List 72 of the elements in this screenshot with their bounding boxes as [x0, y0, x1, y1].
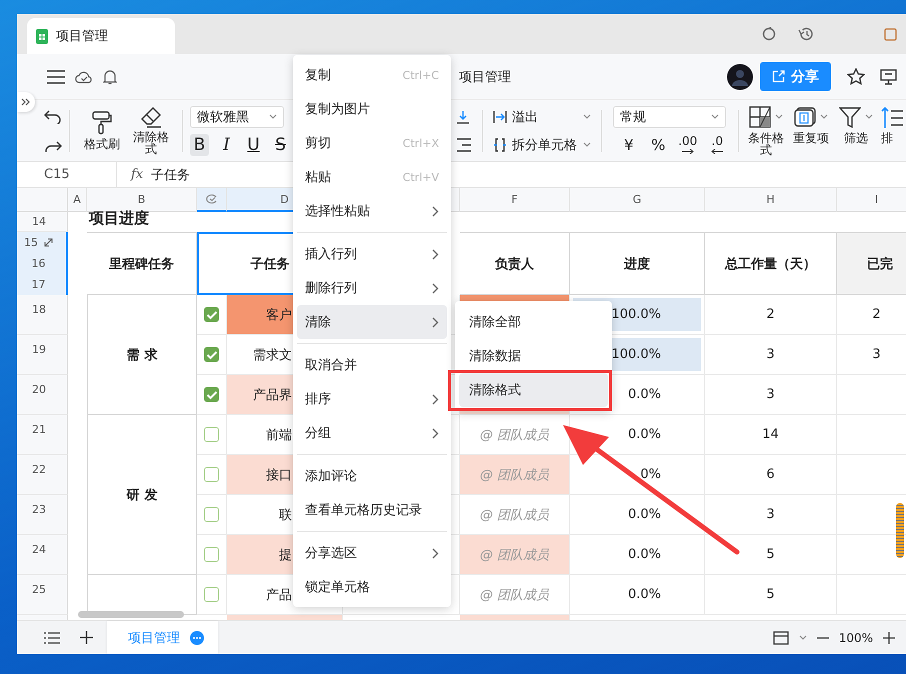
- table-cell-text: 0.0%: [626, 546, 662, 564]
- column-header[interactable]: A: [68, 188, 87, 212]
- shortcut-label: Ctrl+V: [402, 170, 439, 184]
- table-cell: 5: [705, 535, 837, 575]
- table-cell: @ 团队成员: [460, 455, 570, 495]
- row-header[interactable]: 23: [17, 495, 68, 535]
- column-header[interactable]: I: [837, 188, 906, 212]
- menu-item[interactable]: 清除格式: [459, 373, 608, 407]
- column-header[interactable]: F: [460, 188, 570, 212]
- format-button[interactable]: ¥: [619, 134, 638, 156]
- menu-item[interactable]: 清除: [297, 305, 447, 339]
- menu-item[interactable]: 复制 Ctrl+C: [297, 58, 447, 92]
- row-header[interactable]: 21: [17, 415, 68, 455]
- row-header[interactable]: 14: [17, 212, 68, 232]
- number-format-dropdown[interactable]: 常规: [613, 106, 726, 128]
- row-header[interactable]: 25: [17, 575, 68, 615]
- font-dropdown[interactable]: 微软雅黑: [190, 106, 284, 128]
- function-label: fx: [131, 167, 144, 182]
- format-button[interactable]: %: [648, 134, 668, 156]
- menu-item[interactable]: 复制为图片: [297, 92, 447, 126]
- row-header[interactable]: 19: [17, 335, 68, 375]
- sheet-title: 项目进度: [88, 212, 150, 229]
- table-header-cell: 里程碑任务: [87, 232, 197, 295]
- underline-button[interactable]: U: [244, 134, 263, 156]
- table-cell: 3: [705, 335, 837, 375]
- bold-button[interactable]: B: [190, 134, 209, 156]
- table-header-cell: 已完: [837, 232, 906, 295]
- row-header[interactable]: 18: [17, 295, 68, 335]
- column-header[interactable]: G: [570, 188, 705, 212]
- clear-format-button[interactable]: 清除格式: [132, 106, 170, 155]
- table-cell: 3: [705, 495, 837, 535]
- table-cell: 3: [705, 375, 837, 415]
- zoom-level: 100%: [838, 630, 873, 644]
- row-header[interactable]: 16: [17, 253, 68, 274]
- table-cell: 5: [705, 575, 837, 615]
- table-cell: 6: [705, 455, 837, 495]
- duplicate-button[interactable]: 重复项: [791, 106, 831, 156]
- table-cell: @ 团队成员: [460, 535, 570, 575]
- filter-button[interactable]: 筛选: [836, 106, 876, 156]
- increase-decimal-button[interactable]: .00: [678, 134, 698, 156]
- table-cell: 3: [837, 335, 906, 375]
- row-header[interactable]: 17: [17, 274, 68, 295]
- table-cell: 需 求: [87, 295, 197, 415]
- row-header[interactable]: 22: [17, 455, 68, 495]
- row-header[interactable]: 20: [17, 375, 68, 415]
- table-cell: 2: [705, 295, 837, 335]
- formula-field[interactable]: 子任务: [151, 166, 190, 184]
- row-header[interactable]: 24: [17, 535, 68, 575]
- italic-button[interactable]: I: [217, 134, 236, 156]
- table-header-cell: 进度: [570, 232, 705, 295]
- format-painter-button[interactable]: 格式刷: [82, 111, 122, 150]
- overflow-dropdown[interactable]: 溢出: [493, 108, 591, 126]
- document-tab[interactable]: 项目管理: [27, 18, 175, 54]
- row-header[interactable]: 15: [17, 232, 68, 253]
- sort-button[interactable]: 排: [881, 106, 903, 156]
- table-cell: 2: [837, 295, 906, 335]
- shortcut-label: Ctrl+C: [402, 68, 439, 82]
- table-cell: 14: [705, 415, 837, 455]
- strike-button[interactable]: S: [271, 134, 290, 156]
- table-cell-text: 0.0%: [626, 506, 662, 524]
- split-cells-dropdown[interactable]: 拆分单元格: [493, 136, 591, 154]
- column-header[interactable]: H: [705, 188, 837, 212]
- table-cell-text: 0.0%: [626, 586, 662, 604]
- table-cell-text: 0.0%: [626, 426, 662, 444]
- table-cell: 研 发: [87, 415, 197, 575]
- decrease-decimal-button[interactable]: .0: [708, 134, 727, 156]
- menu-item[interactable]: 剪切 Ctrl+X: [297, 126, 447, 160]
- table-cell-text: 0.0%: [626, 386, 662, 404]
- shortcut-label: Ctrl+X: [402, 136, 439, 150]
- document-title: 项目管理: [459, 68, 511, 86]
- conditional-button[interactable]: 条件格式: [746, 106, 786, 156]
- table-cell-text: 0%: [639, 466, 662, 484]
